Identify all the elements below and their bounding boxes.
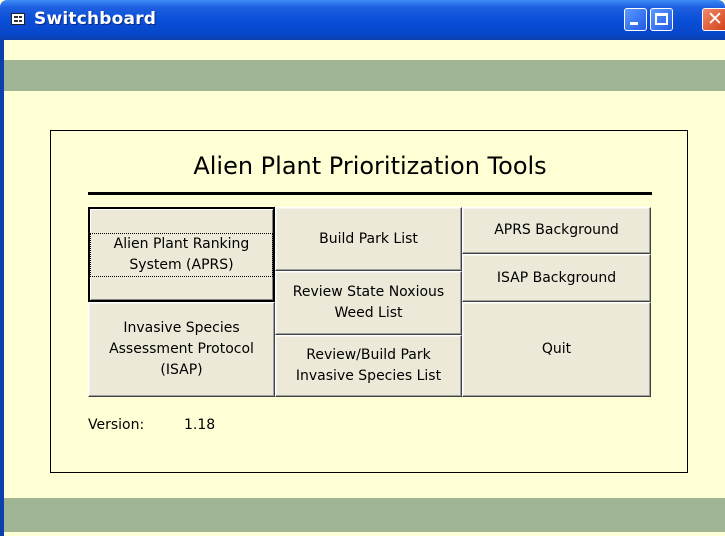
- aprs-button[interactable]: Alien Plant Ranking System (APRS): [88, 207, 275, 302]
- maximize-icon: [655, 13, 668, 25]
- minimize-icon: [630, 22, 638, 25]
- maximize-button[interactable]: [650, 8, 673, 31]
- version-label: Version:: [88, 417, 145, 433]
- isap-button-label: Invasive Species Assessment Protocol (IS…: [109, 320, 254, 378]
- isap-background-label: ISAP Background: [496, 269, 617, 286]
- form-icon[interactable]: [11, 13, 25, 25]
- review-state-noxious-button[interactable]: Review State Noxious Weed List: [275, 271, 462, 335]
- review-state-noxious-label: Review State Noxious Weed List: [292, 284, 445, 321]
- aprs-background-label: APRS Background: [494, 222, 619, 238]
- window-frame-left: [0, 40, 4, 536]
- aprs-button-label: Alien Plant Ranking System (APRS): [90, 232, 273, 277]
- minimize-button[interactable]: [624, 8, 647, 31]
- quit-button[interactable]: Quit: [462, 302, 651, 397]
- review-build-park-invasive-label: Review/Build Park Invasive Species List: [295, 347, 442, 384]
- version-value: 1.18: [184, 417, 216, 433]
- close-button[interactable]: ✕: [702, 8, 725, 31]
- build-park-list-button[interactable]: Build Park List: [275, 207, 462, 271]
- close-icon: ✕: [707, 8, 723, 30]
- aprs-background-button[interactable]: APRS Background: [462, 207, 651, 254]
- isap-button[interactable]: Invasive Species Assessment Protocol (IS…: [88, 302, 275, 397]
- window-title: Switchboard: [34, 9, 157, 29]
- isap-background-button[interactable]: ISAP Background: [462, 254, 651, 302]
- form-header-band: [4, 60, 725, 91]
- title-rule: [88, 192, 652, 195]
- page-title: Alien Plant Prioritization Tools: [193, 152, 547, 180]
- title-bar[interactable]: Switchboard ✕: [0, 0, 725, 40]
- quit-label: Quit: [541, 341, 572, 357]
- build-park-list-label: Build Park List: [319, 230, 418, 247]
- form-footer-band: [4, 498, 725, 532]
- review-build-park-invasive-button[interactable]: Review/Build Park Invasive Species List: [275, 335, 462, 397]
